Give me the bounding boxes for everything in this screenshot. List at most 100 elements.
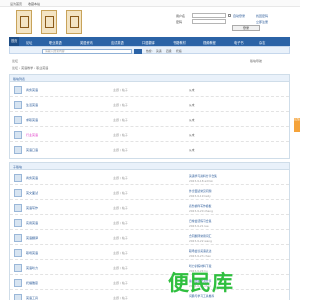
search-button[interactable] <box>134 48 142 54</box>
search-input[interactable]: 请输入搜索内容 <box>42 48 132 54</box>
section-title: 子版块 <box>13 165 23 169</box>
forum-icon <box>14 189 22 197</box>
forum-stats: 主题 / 帖子 <box>113 266 128 270</box>
forum-row[interactable]: 英语写作 主题 / 帖子 商务邮件写作模板 2023-9-20 zhang <box>10 201 289 215</box>
forum-stats: 主题 / 帖子 <box>113 133 128 137</box>
login-button[interactable]: 登录 <box>232 25 260 31</box>
logo-tile-icon <box>66 10 82 34</box>
forum-name[interactable]: 求职英语 <box>26 118 38 122</box>
nav-item-magazine[interactable]: 杂志 <box>259 40 265 45</box>
forum-nav-link[interactable]: 版块导航 <box>250 59 262 63</box>
set-homepage-link[interactable]: 设为首页 <box>10 2 22 6</box>
last-post: 从未 <box>189 118 195 122</box>
last-post-title[interactable]: 英语学习资料分享合集 <box>189 174 217 178</box>
forum-icon <box>14 86 22 94</box>
forum-name[interactable]: 英语工具 <box>26 296 38 300</box>
nav-item-speaking[interactable]: 口语翻译 <box>142 40 155 45</box>
username-input[interactable] <box>192 13 226 18</box>
last-post-title[interactable]: 职场会议英语表达 <box>189 249 211 253</box>
forum-stats: 主题 / 帖子 <box>113 236 128 240</box>
forum-row[interactable]: 英语听力 主题 / 帖子 听力训练材料下载 2023-9-24 liu <box>10 261 289 275</box>
last-post-title[interactable]: 日常会话练习合集 <box>189 219 211 223</box>
forum-name[interactable]: 商务英语 <box>26 88 38 92</box>
forum-name[interactable]: 托福雅思 <box>26 281 38 285</box>
logo-tile-icon <box>41 10 57 34</box>
nav-item-home[interactable]: 首页 <box>9 37 20 46</box>
forum-row[interactable]: 商务英语 主题 / 帖子 从未 <box>10 83 289 97</box>
breadcrumb[interactable]: 论坛 › 英语教学 › 职业英语 <box>12 66 48 70</box>
forum-row[interactable]: 英语翻译 主题 / 帖子 合同翻译常用词汇 2023-9-22 wang <box>10 231 289 245</box>
forum-row[interactable]: 职场英语 主题 / 帖子 职场会议英语表达 2023-9-23 chen <box>10 246 289 260</box>
forum-row[interactable]: 商务英语 主题 / 帖子 英语学习资料分享合集 2023-9-18 admin <box>10 171 289 185</box>
top-bar: 设为首页 收藏本站 <box>0 0 300 7</box>
forum-row[interactable]: 行业英语 主题 / 帖子 从未 <box>10 128 289 142</box>
last-post: 从未 <box>189 148 195 152</box>
forum-stats: 主题 / 帖子 <box>113 88 128 92</box>
last-post-meta: 2023-9-21 lee <box>189 223 209 228</box>
forum-stats: 主题 / 帖子 <box>113 251 128 255</box>
forum-icon <box>14 174 22 182</box>
password-input[interactable] <box>192 19 226 24</box>
last-post-meta: 2023-9-20 zhang <box>189 208 213 213</box>
forum-row[interactable]: 托福雅思 主题 / 帖子 备考经验交流分享 2023-9-25 zhao <box>10 276 289 290</box>
forum-name[interactable]: 行业英语 <box>26 133 38 137</box>
forum-stats: 主题 / 帖子 <box>113 103 128 107</box>
forum-row[interactable]: 实用英语 主题 / 帖子 日常会话练习合集 2023-9-21 lee <box>10 216 289 230</box>
forum-stats: 主题 / 帖子 <box>113 148 128 152</box>
nav-item-career-english[interactable]: 职业英语 <box>49 40 62 45</box>
find-password-link[interactable]: 找回密码 <box>256 14 268 18</box>
main-nav: 首页 论坛 职业英语 英语资讯 应试英语 口语翻译 书籍教材 视频教程 电子书 … <box>9 37 290 46</box>
forum-name[interactable]: 商务英语 <box>26 176 38 180</box>
forum-icon <box>14 279 22 287</box>
nav-item-exam-english[interactable]: 应试英语 <box>111 40 124 45</box>
forum-name[interactable]: 英文面试 <box>26 191 38 195</box>
forum-stats: 主题 / 帖子 <box>113 221 128 225</box>
forum-icon <box>14 294 22 300</box>
nav-item-books[interactable]: 书籍教材 <box>173 40 186 45</box>
site-logo[interactable] <box>16 10 82 34</box>
forum-section-a: 版块列表 商务英语 主题 / 帖子 从未 生活英语 主题 / 帖子 从未 求职英… <box>9 74 290 159</box>
forum-row[interactable]: 求职英语 主题 / 帖子 从未 <box>10 113 289 127</box>
hot-search-item[interactable]: 英语 <box>156 49 162 53</box>
register-link[interactable]: 立即注册 <box>256 20 268 24</box>
remember-checkbox[interactable] <box>228 14 231 17</box>
forum-name[interactable]: 英语翻译 <box>26 236 38 240</box>
forum-name[interactable]: 生活英语 <box>26 103 38 107</box>
nav-item-videos[interactable]: 视频教程 <box>203 40 216 45</box>
last-post-title[interactable]: 合同翻译常用词汇 <box>189 234 211 238</box>
hot-search-item[interactable]: 托福 <box>176 49 182 53</box>
forum-icon <box>14 204 22 212</box>
nav-item-forum[interactable]: 论坛 <box>26 40 32 45</box>
forum-row[interactable]: 生活英语 主题 / 帖子 从未 <box>10 98 289 112</box>
forum-name[interactable]: 职场英语 <box>26 251 38 255</box>
forum-row[interactable]: 英语口语 主题 / 帖子 从未 <box>10 143 289 157</box>
forum-stats: 主题 / 帖子 <box>113 206 128 210</box>
forum-row[interactable]: 英语工具 主题 / 帖子 词典与学习工具推荐 <box>10 291 289 300</box>
last-post: 从未 <box>189 133 195 137</box>
last-post-title[interactable]: 商务邮件写作模板 <box>189 204 211 208</box>
forum-icon <box>14 101 22 109</box>
search-bar: 请输入搜索内容 热搜: 英语 四级 托福 <box>9 46 290 54</box>
forum-row[interactable]: 英文面试 主题 / 帖子 外企面试常见问题 2023-9-19 kelly <box>10 186 289 200</box>
section-title: 版块列表 <box>13 77 26 81</box>
hot-search-item[interactable]: 四级 <box>166 49 172 53</box>
feedback-float-button[interactable]: 反馈 <box>294 117 300 132</box>
forum-section-b: 子版块 商务英语 主题 / 帖子 英语学习资料分享合集 2023-9-18 ad… <box>9 162 290 300</box>
forum-stats: 主题 / 帖子 <box>113 281 128 285</box>
forum-icon <box>14 264 22 272</box>
breadcrumb-home[interactable]: 论坛 <box>12 59 18 63</box>
forum-name[interactable]: 实用英语 <box>26 221 38 225</box>
forum-stats: 主题 / 帖子 <box>113 296 128 300</box>
last-post-meta: 2023-9-19 kelly <box>189 193 211 198</box>
login-panel: 用户名 自动登录 找回密码 密码 立即注册 登录 <box>176 12 288 34</box>
forum-name[interactable]: 英语听力 <box>26 266 38 270</box>
last-post: 从未 <box>189 103 195 107</box>
nav-item-english-news[interactable]: 英语资讯 <box>80 40 93 45</box>
last-post-title[interactable]: 外企面试常见问题 <box>189 189 211 193</box>
forum-name[interactable]: 英语口语 <box>26 148 38 152</box>
forum-icon <box>14 219 22 227</box>
bookmark-link[interactable]: 收藏本站 <box>28 2 40 6</box>
last-post-meta: 2023-9-18 admin <box>189 178 214 183</box>
nav-item-ebooks[interactable]: 电子书 <box>234 40 244 45</box>
forum-name[interactable]: 英语写作 <box>26 206 38 210</box>
